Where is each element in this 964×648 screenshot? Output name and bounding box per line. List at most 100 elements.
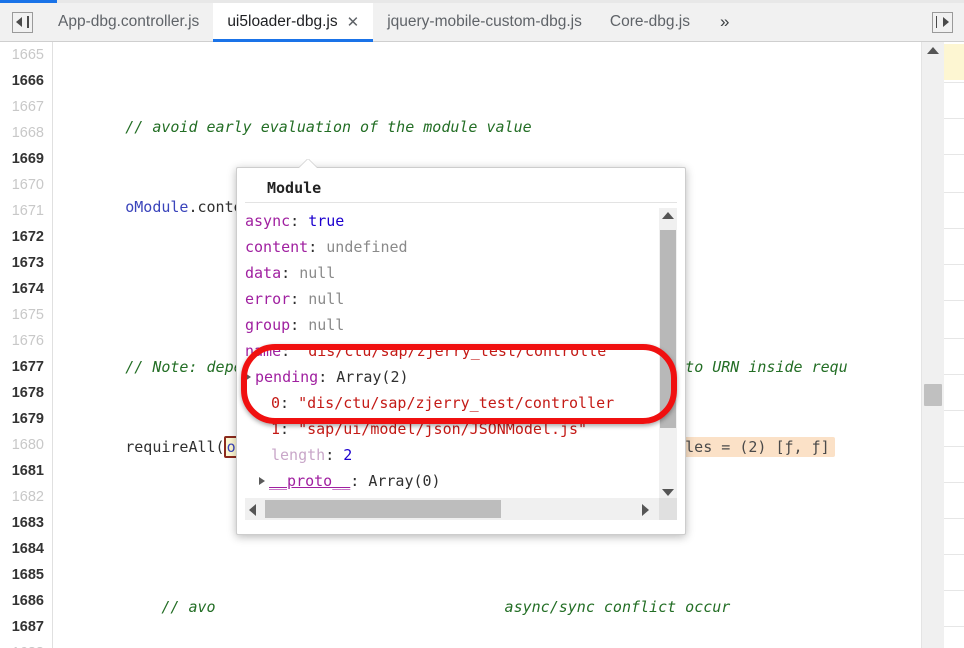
triangle-collapsed-icon[interactable]: [259, 477, 265, 485]
marker-tick: [944, 482, 964, 483]
tab-jquery-mobile-custom-dbg-js[interactable]: jquery-mobile-custom-dbg.js: [373, 3, 596, 41]
property-row[interactable]: name: "dis/ctu/sap/zjerry_test/controlle: [245, 338, 653, 364]
marker-tick: [944, 82, 964, 83]
property-row[interactable]: data: null: [245, 260, 653, 286]
popover-title: Module: [245, 172, 677, 203]
property-separator: :: [280, 394, 299, 412]
popover-vertical-scrollbar[interactable]: [659, 208, 677, 500]
property-value: "sap/ui/model/json/JSONModel.js": [298, 420, 588, 438]
chevron-right-icon[interactable]: [642, 504, 649, 516]
line-number: 1668: [11, 125, 44, 141]
tab-list: App-dbg.controller.js ui5loader-dbg.js ✕…: [44, 3, 920, 42]
devtools-sources-panel: App-dbg.controller.js ui5loader-dbg.js ✕…: [0, 0, 964, 648]
panel-right-icon: [931, 11, 953, 33]
property-separator: :: [290, 290, 309, 308]
property-key: pending: [255, 368, 319, 386]
chevron-left-icon[interactable]: [249, 504, 256, 516]
property-row[interactable]: length: 2: [245, 442, 653, 468]
property-key: 0: [271, 394, 281, 412]
tab-ui5loader-dbg-js[interactable]: ui5loader-dbg.js ✕: [213, 3, 374, 42]
marker-tick: [944, 192, 964, 193]
close-icon[interactable]: ✕: [347, 15, 360, 30]
property-separator: :: [290, 316, 309, 334]
property-key: content: [245, 238, 309, 256]
triangle-expanded-icon[interactable]: [245, 373, 251, 381]
property-separator: :: [290, 212, 309, 230]
property-separator: :: [280, 420, 299, 438]
marker-tick: [944, 154, 964, 155]
marker-tick: [944, 338, 964, 339]
marker-tick: [944, 518, 964, 519]
comment-token: async/sync conflict occur: [504, 598, 731, 616]
line-number: 1678: [11, 385, 44, 401]
scrollbar-thumb[interactable]: [924, 384, 942, 406]
property-separator: :: [350, 472, 369, 490]
property-key: error: [245, 290, 291, 308]
property-row[interactable]: content: undefined: [245, 234, 653, 260]
line-number: 1667: [11, 99, 44, 115]
line-number: 1683: [11, 515, 44, 531]
tab-label: App-dbg.controller.js: [58, 13, 200, 30]
line-number: 1670: [11, 177, 44, 193]
tabs-scroll-right-button[interactable]: [920, 3, 964, 41]
property-row[interactable]: 1: "sap/ui/model/json/JSONModel.js": [245, 416, 653, 442]
property-value: null: [308, 316, 345, 334]
line-number-gutter: 1665 1666 1667 1668 1669 1670 1671 1672 …: [0, 42, 53, 648]
line-number: 1688: [0, 640, 52, 648]
line-number: 1672: [11, 229, 44, 245]
property-separator: :: [281, 264, 300, 282]
property-row[interactable]: async: true: [245, 208, 653, 234]
chevron-down-icon[interactable]: [662, 489, 674, 496]
tabs-scroll-left-button[interactable]: [0, 3, 44, 41]
line-number: 1671: [11, 203, 44, 219]
comment-token: // avoid early evaluation of the module …: [125, 118, 532, 136]
scrollbar-thumb[interactable]: [660, 230, 676, 428]
property-value: "dis/ctu/sap/zjerry_test/controller: [298, 394, 615, 412]
marker-tick: [944, 374, 964, 375]
chevron-up-icon[interactable]: [662, 212, 674, 219]
object-inspector-popover[interactable]: Module async: true content: undefined da…: [236, 167, 686, 535]
code-line: // avo async/sync conflict occur: [53, 594, 964, 620]
property-row-proto[interactable]: __proto__: Array(0): [245, 468, 653, 494]
marker-tick: [944, 410, 964, 411]
line-number: 1680: [11, 437, 44, 453]
editor-vertical-scrollbar[interactable]: [921, 42, 944, 648]
marker-tick: [944, 228, 964, 229]
line-number: 1673: [11, 255, 44, 271]
marker-tick: [944, 118, 964, 119]
property-list[interactable]: async: true content: undefined data: nul…: [245, 208, 653, 498]
tabs-overflow-button[interactable]: »: [704, 3, 745, 41]
property-row[interactable]: error: null: [245, 286, 653, 312]
property-value: Array(0): [368, 472, 441, 490]
code-token: requireAll(: [125, 438, 225, 456]
property-key: 1: [271, 420, 281, 438]
property-row[interactable]: group: null: [245, 312, 653, 338]
editor-tab-bar: App-dbg.controller.js ui5loader-dbg.js ✕…: [0, 3, 964, 42]
property-key: __proto__: [269, 472, 351, 490]
line-number: 1682: [11, 489, 44, 505]
property-separator: :: [318, 368, 337, 386]
property-separator: :: [308, 238, 327, 256]
line-number: 1685: [11, 567, 44, 583]
chevron-up-icon[interactable]: [927, 47, 939, 54]
line-number: 1676: [11, 333, 44, 349]
line-number: 1681: [11, 463, 44, 479]
popover-caret: [299, 159, 317, 168]
marker-tick: [944, 300, 964, 301]
tab-label: Core-dbg.js: [609, 13, 690, 30]
line-number: 1686: [11, 593, 44, 609]
scrollbar-thumb[interactable]: [265, 500, 501, 518]
property-row-pending[interactable]: pending: Array(2): [245, 364, 653, 390]
tab-core-dbg-js[interactable]: Core-dbg.js: [596, 3, 704, 41]
property-key: name: [245, 342, 282, 360]
property-value: undefined: [326, 238, 408, 256]
tab-app-dbg-controller-js[interactable]: App-dbg.controller.js: [44, 3, 213, 41]
tab-label: ui5loader-dbg.js: [227, 13, 338, 30]
popover-horizontal-scrollbar[interactable]: [245, 498, 677, 520]
line-number: 1666: [11, 73, 44, 89]
marker-tick: [944, 554, 964, 555]
property-separator: :: [325, 446, 344, 464]
property-value: null: [299, 264, 336, 282]
property-row[interactable]: 0: "dis/ctu/sap/zjerry_test/controller: [245, 390, 653, 416]
scroll-marker-strip[interactable]: [944, 42, 964, 648]
